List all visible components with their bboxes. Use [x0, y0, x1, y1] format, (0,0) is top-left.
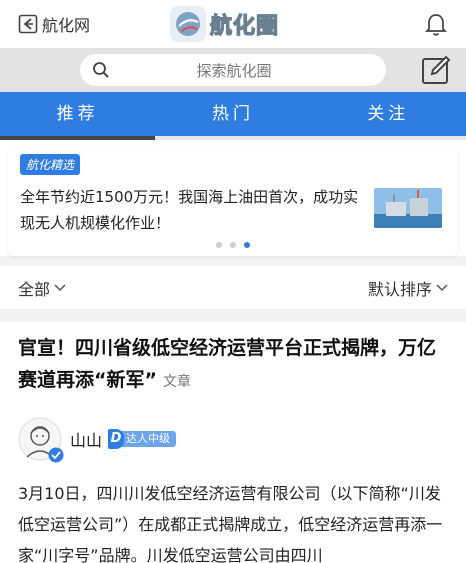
section-divider [0, 310, 466, 322]
author-name[interactable]: 山山 [70, 427, 102, 451]
sort-dropdown[interactable]: 默认排序 [368, 276, 448, 300]
article-excerpt: 3月10日，四川川发低空经济运营有限公司（以下简称“川发低空运营公司”）在成都正… [18, 484, 443, 563]
carousel-dots [8, 242, 458, 248]
back-button[interactable]: 航化网 [18, 12, 90, 36]
carousel-dot[interactable] [230, 242, 236, 248]
article-title[interactable]: 官宣！四川省级低空经济运营平台正式揭牌，万亿赛道再添“新军” 文章 [18, 332, 448, 398]
tab-hot[interactable]: 热门 [155, 92, 310, 136]
filter-row: 全部 默认排序 [0, 266, 466, 310]
back-icon [18, 14, 38, 34]
back-label: 航化网 [42, 16, 91, 35]
app-logo: 航化圈 [170, 6, 279, 42]
logo-badge-icon [170, 6, 206, 42]
featured-headline[interactable]: 全年节约近1500万元！我国海上油田首次，成功实现无人机规模化作业！ [20, 184, 360, 236]
author-level-label: 达人中级 [126, 432, 171, 445]
featured-thumbnail[interactable] [374, 188, 442, 228]
sort-dropdown-label: 默认排序 [367, 279, 432, 299]
logo-wordmark: 航化圈 [209, 13, 280, 39]
article-item[interactable]: 官宣！四川省级低空经济运营平台正式揭牌，万亿赛道再添“新军” 文章 山山 D 达人… [0, 322, 466, 563]
category-filter-label: 全部 [18, 279, 51, 299]
featured-card[interactable]: 航化精选 全年节约近1500万元！我国海上油田首次，成功实现无人机规模化作业！ [8, 148, 458, 256]
section-divider [0, 256, 466, 266]
tab-indicator [0, 136, 155, 140]
author-level-badge: D 达人中级 [108, 429, 177, 449]
chevron-down-icon [54, 283, 66, 291]
avatar[interactable] [18, 417, 64, 463]
tab-following[interactable]: 关注 [311, 92, 466, 136]
search-placeholder: 探索航化圈 [196, 61, 272, 80]
chevron-down-icon [436, 283, 448, 291]
search-icon [93, 62, 109, 78]
featured-tag: 航化精选 [20, 154, 81, 175]
tab-recommended[interactable]: 推荐 [0, 92, 155, 136]
tab-bar: 推荐 热门 关注 [0, 92, 466, 136]
level-badge-icon: D [108, 429, 125, 449]
carousel-dot[interactable] [216, 242, 222, 248]
category-filter[interactable]: 全部 [18, 276, 66, 300]
compose-icon[interactable] [420, 54, 452, 86]
tab-indicator-track [0, 136, 466, 140]
article-type-label: 文章 [162, 374, 191, 390]
search-input[interactable]: 探索航化圈 [80, 54, 386, 86]
author-row[interactable]: 山山 D 达人中级 [18, 416, 448, 463]
verified-icon [48, 447, 64, 463]
carousel-dot-active[interactable] [244, 242, 250, 248]
search-row: 探索航化圈 [0, 48, 466, 92]
bell-icon[interactable] [424, 12, 448, 38]
top-bar: 航化网 航化圈 [0, 0, 466, 48]
article-title-text: 官宣！四川省级低空经济运营平台正式揭牌，万亿赛道再添“新军” [18, 337, 437, 391]
